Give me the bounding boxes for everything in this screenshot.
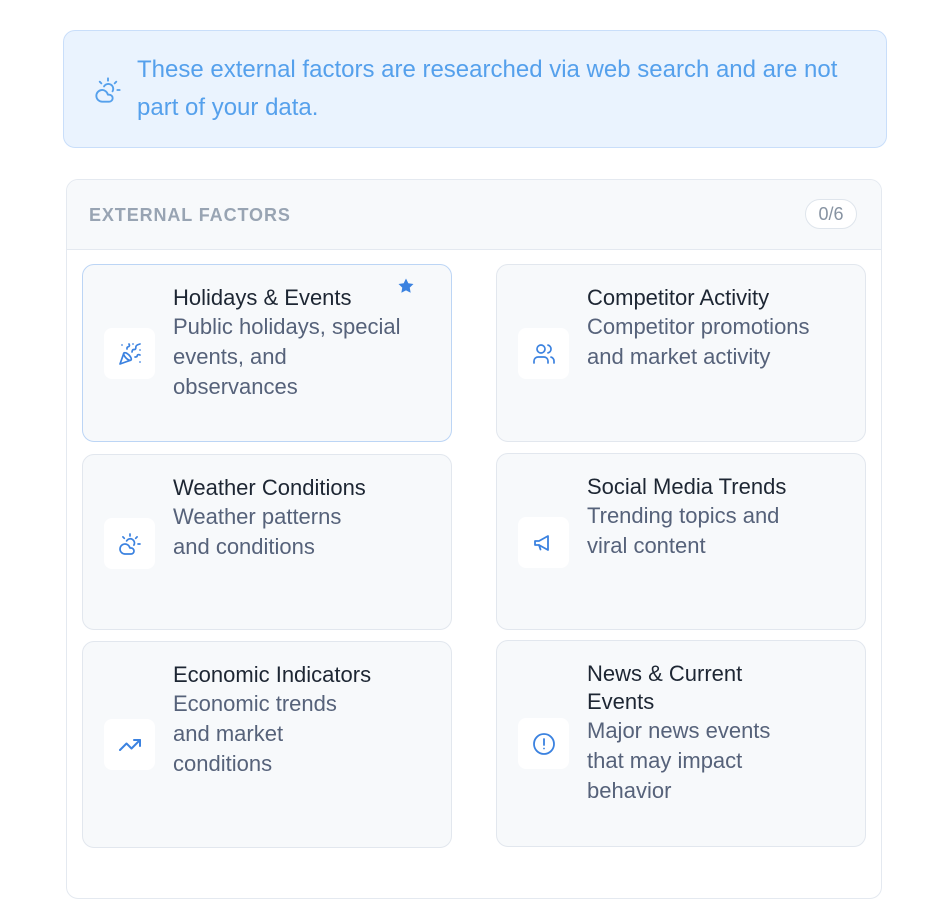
weather-icon (94, 76, 122, 104)
factor-title: Social Media Trends (587, 474, 787, 499)
factor-icon-box (518, 328, 569, 379)
external-factors-panel: EXTERNAL FACTORS 0/6 Holidays & Events P… (66, 179, 882, 899)
factor-description: Public holidays, special events, and obs… (173, 314, 401, 399)
factor-title: Weather Conditions (173, 475, 366, 500)
factor-title: Competitor Activity (587, 285, 770, 310)
factor-icon-box (104, 719, 155, 770)
factor-title: News & Current Events (587, 661, 743, 714)
megaphone-icon (532, 531, 556, 555)
factor-description: Competitor promotions and market activit… (587, 314, 810, 369)
star-icon (397, 277, 415, 295)
factor-card-competitor-activity[interactable]: Competitor Activity Competitor promotion… (496, 264, 866, 442)
notice-text: These external factors are researched vi… (137, 56, 838, 121)
factor-title: Economic Indicators (173, 662, 372, 687)
panel-header: EXTERNAL FACTORS 0/6 (67, 180, 881, 250)
factor-title: Holidays & Events (173, 285, 352, 310)
factor-description: Trending topics and viral content (587, 503, 780, 558)
factor-card-economic-indicators[interactable]: Economic Indicators Economic trends and … (82, 641, 452, 848)
alert-circle-icon (532, 732, 556, 756)
party-popper-icon (118, 342, 142, 366)
factor-description: Major news events that may impact behavi… (587, 718, 771, 803)
weather-icon (118, 532, 142, 556)
factor-icon-box (518, 718, 569, 769)
users-icon (532, 342, 556, 366)
factor-card-social-media-trends[interactable]: Social Media Trends Trending topics and … (496, 453, 866, 630)
factor-icon-box (518, 517, 569, 568)
factor-card-weather-conditions[interactable]: Weather Conditions Weather patterns and … (82, 454, 452, 630)
trending-up-icon (118, 733, 142, 757)
factor-card-holidays-events[interactable]: Holidays & Events Public holidays, speci… (82, 264, 452, 442)
selected-count-badge: 0/6 (805, 199, 857, 229)
factor-description: Economic trends and market conditions (173, 691, 337, 776)
info-notice: These external factors are researched vi… (63, 30, 887, 148)
factor-icon-box (104, 328, 155, 379)
panel-title: EXTERNAL FACTORS (89, 205, 291, 225)
factor-description: Weather patterns and conditions (173, 504, 342, 559)
factor-icon-box (104, 518, 155, 569)
factor-card-news-current-events[interactable]: News & Current Events Major news events … (496, 640, 866, 847)
